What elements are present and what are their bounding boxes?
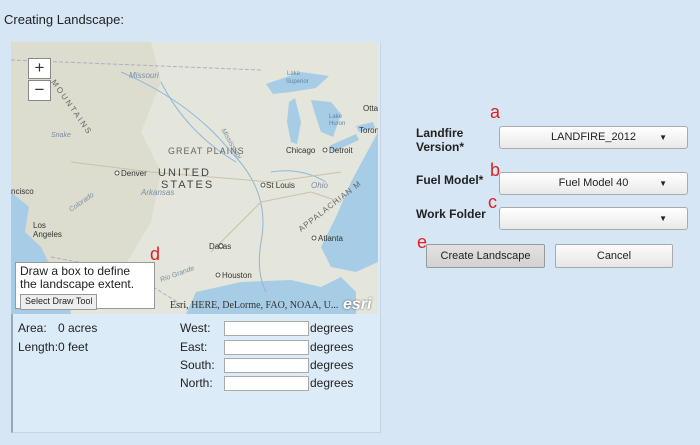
map-label-arkansas: Arkansas — [140, 188, 174, 197]
work-folder-select[interactable]: ▼ — [499, 207, 688, 230]
annotation-c: c — [488, 192, 497, 212]
map-label-denver: Denver — [121, 169, 147, 178]
south-label: South: — [180, 358, 215, 372]
east-label: East: — [180, 340, 208, 354]
north-label: North: — [180, 376, 213, 390]
map-label-san-francisco: ncisco — [11, 187, 34, 196]
map-label-lake-superior: Lake — [287, 71, 301, 77]
chevron-down-icon: ▼ — [659, 133, 667, 142]
map-label-united: UNITED — [158, 167, 211, 179]
fuel-model-value: Fuel Model 40 — [558, 177, 629, 189]
length-label: Length: — [18, 340, 59, 354]
map-label-ottawa: Otta — [363, 104, 378, 113]
landfire-version-value: LANDFIRE_2012 — [551, 131, 636, 143]
north-unit: degrees — [310, 376, 354, 390]
map-label-missouri: Missouri — [129, 71, 159, 80]
west-label: West: — [180, 321, 211, 335]
map-label-lake-huron: Lake — [329, 114, 343, 120]
create-landscape-button[interactable]: Create Landscape — [426, 244, 545, 268]
svg-text:Superior: Superior — [286, 79, 309, 85]
map-label-snake: Snake — [51, 132, 71, 139]
fuel-model-label: Fuel Model* — [416, 173, 484, 187]
west-input[interactable] — [224, 321, 309, 336]
esri-logo: esri — [343, 296, 372, 313]
area-label: Area: — [18, 321, 47, 335]
svg-text:Angeles: Angeles — [33, 230, 62, 239]
map-label-st-louis: St Louis — [266, 181, 295, 190]
zoom-out-button[interactable]: − — [28, 80, 51, 101]
map-label-toronto: Toron — [359, 126, 378, 135]
dialog-title: Creating Landscape: — [4, 12, 124, 27]
chevron-down-icon: ▼ — [659, 179, 667, 188]
length-value: 0 feet — [58, 340, 89, 354]
area-value: 0 acres — [58, 321, 98, 335]
south-unit: degrees — [310, 358, 354, 372]
map-label-atlanta: Atlanta — [318, 234, 343, 243]
map-label-detroit: Detroit — [329, 146, 353, 155]
cancel-button[interactable]: Cancel — [555, 244, 673, 268]
west-unit: degrees — [310, 321, 354, 335]
map-attribution: Esri, HERE, DeLorme, FAO, NOAA, U... — [170, 300, 339, 311]
map-label-los-angeles: Los — [33, 221, 46, 230]
landfire-version-select[interactable]: LANDFIRE_2012 ▼ — [499, 126, 688, 149]
draw-instructions: Draw a box to define the landscape exten… — [20, 264, 135, 291]
east-unit: degrees — [310, 340, 354, 354]
fuel-model-select[interactable]: Fuel Model 40 ▼ — [499, 172, 688, 195]
zoom-in-button[interactable]: + — [28, 58, 51, 79]
svg-text:Huron: Huron — [329, 121, 345, 127]
annotation-a: a — [490, 102, 501, 122]
east-input[interactable] — [224, 340, 309, 355]
map-label-houston: Houston — [222, 271, 252, 280]
draw-tooltip: Draw a box to define the landscape exten… — [15, 262, 155, 310]
work-folder-label: Work Folder — [416, 207, 486, 221]
map-label-ohio: Ohio — [311, 181, 328, 190]
select-draw-tool-button[interactable]: Select Draw Tool — [20, 294, 98, 310]
chevron-down-icon: ▼ — [659, 214, 667, 223]
map-label-chicago: Chicago — [286, 146, 316, 155]
annotation-d: d — [150, 244, 161, 264]
south-input[interactable] — [224, 358, 309, 373]
north-input[interactable] — [224, 376, 309, 391]
landfire-version-label: Landfire Version* — [416, 126, 465, 154]
